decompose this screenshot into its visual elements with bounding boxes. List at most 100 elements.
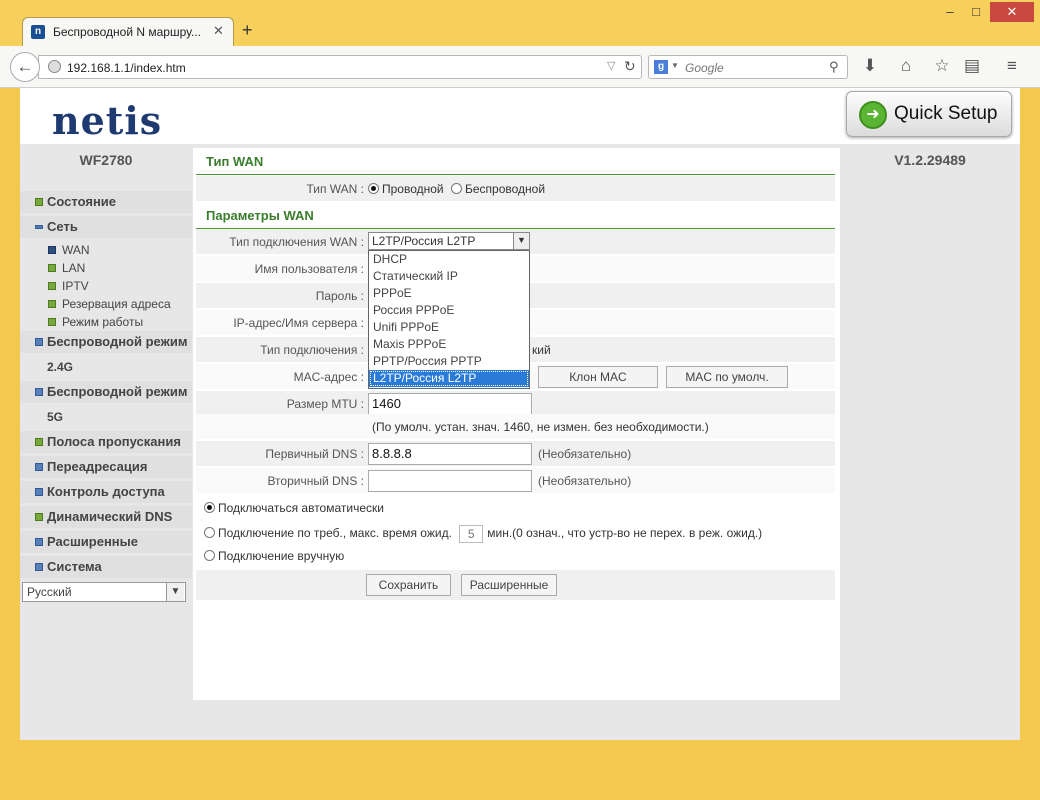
search-icon[interactable]: ⚲ xyxy=(829,59,839,75)
chevron-down-icon[interactable]: ▼ xyxy=(166,583,184,601)
sidebar-label: Беспроводной режим xyxy=(47,334,188,349)
sidebar-sublabel: WAN xyxy=(62,243,90,257)
plus-icon xyxy=(35,198,43,206)
wan-type-label: Тип WAN : xyxy=(306,182,364,196)
clone-mac-button[interactable]: Клон MAC xyxy=(538,366,658,388)
quick-setup-arrow-icon: ➜ xyxy=(859,101,887,129)
option-l2tp[interactable]: L2TP/Россия L2TP xyxy=(369,370,529,387)
bookmark-star-icon[interactable]: ☆ xyxy=(931,56,953,76)
mtu-input[interactable]: 1460 xyxy=(368,393,532,415)
section-wan-params: Параметры WAN xyxy=(196,203,835,229)
dns2-input[interactable] xyxy=(368,470,532,492)
wireless-radio[interactable] xyxy=(450,183,462,194)
auto-connect-radio[interactable] xyxy=(204,502,215,513)
sidebar-label: Система xyxy=(47,559,102,574)
conn-kind-tail: кий xyxy=(532,343,551,357)
menu-icon[interactable]: ≡ xyxy=(1001,56,1023,76)
sidebar-label: Расширенные xyxy=(47,534,138,549)
sidebar-sublabel: Режим работы xyxy=(62,315,144,329)
address-bar[interactable]: 192.168.1.1/index.htm ▽ ↻ xyxy=(38,55,642,79)
option-unifi-pppoe[interactable]: Unifi PPPoE xyxy=(369,319,529,336)
manual-connect-radio[interactable] xyxy=(204,550,215,561)
reload-icon[interactable]: ↻ xyxy=(624,58,636,75)
mac-label: MAC-адрес : xyxy=(293,370,364,384)
sidebar-item-forwarding[interactable]: Переадресация xyxy=(20,456,192,478)
sidebar-label: Сеть xyxy=(47,219,78,234)
firmware-version: V1.2.29489 xyxy=(894,152,966,168)
sidebar-item-network[interactable]: Сеть xyxy=(20,216,192,238)
idle-time-input[interactable]: 5 xyxy=(459,524,484,543)
language-select[interactable]: Русский ▼ xyxy=(22,582,186,602)
sidebar-band-5g[interactable]: 5G xyxy=(20,406,192,428)
manual-connect-label: Подключение вручную xyxy=(218,549,345,563)
save-button[interactable]: Сохранить xyxy=(366,574,451,596)
bullet-icon xyxy=(48,300,56,308)
sidebar-item-bandwidth[interactable]: Полоса пропускания xyxy=(20,431,192,453)
new-tab-button[interactable]: + xyxy=(242,20,253,41)
dns1-input[interactable]: 8.8.8.8 xyxy=(368,443,532,465)
on-demand-radio[interactable] xyxy=(204,527,215,538)
search-placeholder: Google xyxy=(685,61,724,75)
option-dhcp[interactable]: DHCP xyxy=(369,251,529,268)
bullet-icon xyxy=(48,318,56,326)
window-bottom-frame xyxy=(0,740,1040,800)
option-pptp[interactable]: PPTP/Россия PPTP xyxy=(369,353,529,370)
sidebar-item-wireless-5[interactable]: Беспроводной режим xyxy=(20,381,192,403)
maximize-button[interactable]: □ xyxy=(962,2,990,22)
default-mac-button[interactable]: MAC по умолч. xyxy=(666,366,788,388)
minimize-button[interactable]: – xyxy=(936,2,964,22)
sidebar-subitem-iptv[interactable]: IPTV xyxy=(48,279,89,293)
search-engine-dropdown-icon[interactable]: ▼ xyxy=(671,61,679,70)
minus-icon xyxy=(35,225,43,229)
sidebar-item-access-control[interactable]: Контроль доступа xyxy=(20,481,192,503)
back-arrow-icon[interactable]: ← xyxy=(10,52,40,82)
wireless-label: Беспроводной xyxy=(464,182,546,196)
option-auto-row: Подключаться автоматически xyxy=(196,496,835,520)
google-icon[interactable]: g xyxy=(654,60,668,74)
option-maxis-pppoe[interactable]: Maxis PPPoE xyxy=(369,336,529,353)
conn-type-label: Тип подключения WAN : xyxy=(229,235,364,249)
wired-radio[interactable] xyxy=(368,183,379,194)
sidebar-item-ddns[interactable]: Динамический DNS xyxy=(20,506,192,528)
reading-list-icon[interactable]: ▤ xyxy=(961,56,983,76)
plus-icon xyxy=(35,438,43,446)
option-russia-pppoe[interactable]: Россия PPPoE xyxy=(369,302,529,319)
close-window-button[interactable]: ✕ xyxy=(990,2,1034,22)
sidebar-sublabel: Резервация адреса xyxy=(62,297,171,311)
password-label: Пароль : xyxy=(315,289,364,303)
quick-setup-button[interactable]: ➜ Quick Setup xyxy=(846,91,1012,137)
url-history-dropdown-icon[interactable]: ▽ xyxy=(607,59,615,72)
advanced-button[interactable]: Расширенные xyxy=(461,574,557,596)
tab-close-icon[interactable]: ✕ xyxy=(213,23,224,39)
sidebar-item-status[interactable]: Состояние xyxy=(20,191,192,213)
option-pppoe[interactable]: PPPoE xyxy=(369,285,529,302)
netis-favicon-icon: n xyxy=(31,25,45,39)
grid-icon xyxy=(35,463,43,471)
search-input[interactable]: g ▼ Google ⚲ xyxy=(648,55,848,79)
sidebar-item-system[interactable]: Система xyxy=(20,556,192,578)
sidebar-item-advanced[interactable]: Расширенные xyxy=(20,531,192,553)
sidebar-label: Состояние xyxy=(47,194,117,209)
sidebar-item-wireless-24[interactable]: Беспроводной режим xyxy=(20,331,192,353)
wan-connection-type-select[interactable]: L2TP/Россия L2TP ▼ xyxy=(368,232,530,250)
auto-connect-label: Подключаться автоматически xyxy=(218,501,384,515)
browser-tab[interactable]: n Беспроводной N маршру... ✕ xyxy=(22,17,234,47)
option-static-ip[interactable]: Статический IP xyxy=(369,268,529,285)
home-icon[interactable]: ⌂ xyxy=(895,56,917,76)
sidebar-band-24g[interactable]: 2.4G xyxy=(20,356,192,378)
sidebar-subitem-wan[interactable]: WAN xyxy=(48,243,90,257)
bullet-icon xyxy=(48,282,56,290)
sidebar-subitem-address-reservation[interactable]: Резервация адреса xyxy=(48,297,171,311)
sidebar-subitem-lan[interactable]: LAN xyxy=(48,261,85,275)
sidebar-subitem-operation-mode[interactable]: Режим работы xyxy=(48,315,143,329)
netis-logo: netis xyxy=(52,98,163,143)
download-icon[interactable]: ⬇ xyxy=(859,56,881,76)
plus-icon xyxy=(35,513,43,521)
url-text: 192.168.1.1/index.htm xyxy=(67,61,186,75)
server-label: IP-адрес/Имя сервера : xyxy=(233,316,364,330)
chevron-down-icon[interactable]: ▼ xyxy=(513,233,529,249)
select-value: L2TP/Россия L2TP xyxy=(372,234,476,248)
dns2-note: (Необязательно) xyxy=(538,474,632,488)
username-label: Имя пользователя : xyxy=(254,262,364,276)
sidebar-sublabel: IPTV xyxy=(62,279,89,293)
